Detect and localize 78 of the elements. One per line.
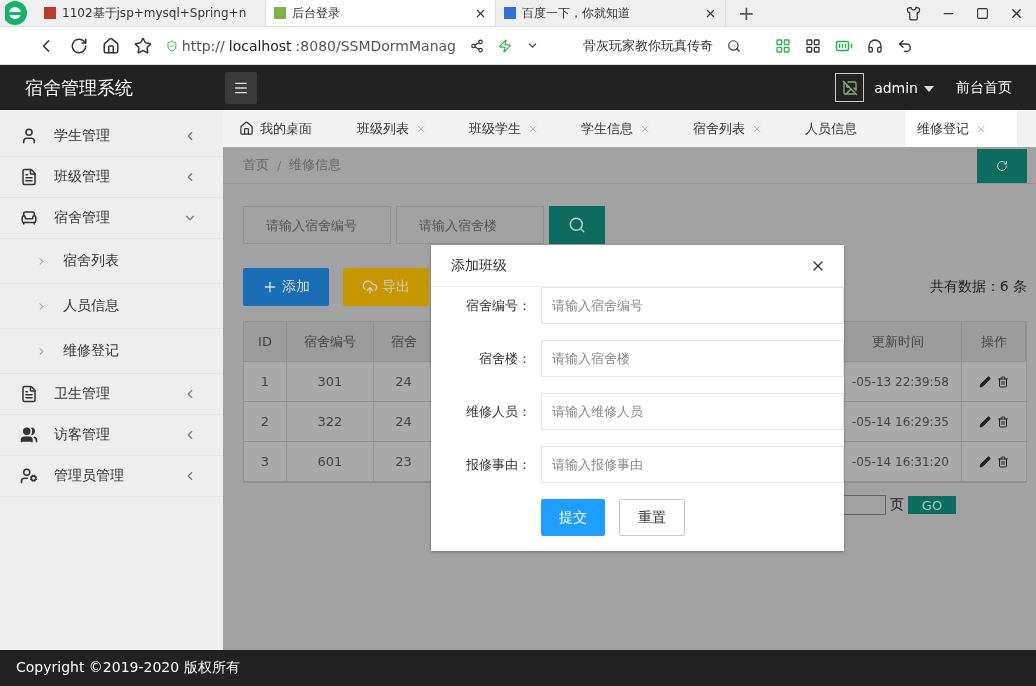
delete-icon[interactable]: [997, 455, 1009, 468]
refresh-icon: [996, 160, 1008, 172]
page-tab[interactable]: 班级列表: [345, 110, 457, 147]
table-cell: 2: [244, 402, 287, 442]
apps-icon[interactable]: [775, 37, 791, 54]
menu-item-icon: [20, 467, 38, 485]
front-page-link[interactable]: 前台首页: [956, 78, 1012, 97]
table-cell: 601: [287, 442, 374, 482]
field-label: 维修人员：: [465, 402, 532, 421]
field-label: 报修事由：: [465, 455, 532, 474]
user-menu[interactable]: admin: [874, 79, 934, 96]
input-field[interactable]: 请输入维修人员: [541, 393, 844, 430]
page-tab[interactable]: 维修登记: [905, 110, 1017, 147]
edit-icon[interactable]: [979, 455, 991, 468]
delete-icon[interactable]: [997, 415, 1009, 428]
page-unit: 页: [890, 496, 904, 514]
search-button[interactable]: [549, 206, 605, 244]
edit-icon[interactable]: [979, 375, 991, 388]
edit-icon[interactable]: [979, 415, 991, 428]
browser-tab[interactable]: 后台登录: [266, 0, 496, 26]
menu-item-icon: [20, 426, 38, 444]
reset-button[interactable]: 重置: [619, 499, 685, 536]
app-title: 宿舍管理系统: [24, 75, 134, 100]
input-field[interactable]: 请输入报修事由: [541, 446, 844, 483]
reload-icon[interactable]: [70, 36, 88, 55]
grid-icon[interactable]: [805, 37, 821, 54]
cloud-upload-icon: [362, 279, 378, 295]
column-header: 宿舍编号: [287, 322, 374, 362]
broken-image-icon: [841, 79, 858, 96]
table-cell: 301: [287, 362, 374, 402]
undo-icon[interactable]: [897, 37, 913, 54]
field-label: 宿舍编号：: [465, 296, 532, 315]
table-cell: 3: [244, 442, 287, 482]
favorite-icon[interactable]: [134, 36, 152, 55]
menu-button[interactable]: [225, 71, 257, 104]
flash-icon[interactable]: [498, 38, 512, 53]
secure-icon: [166, 38, 178, 53]
search-field[interactable]: 请输入宿舍楼: [396, 206, 544, 244]
page-tab[interactable]: 宿舍列表: [681, 110, 793, 147]
menu-item-icon: [20, 168, 38, 186]
delete-icon[interactable]: [997, 375, 1009, 388]
site-icon: [44, 7, 56, 19]
headphones-icon[interactable]: [867, 37, 883, 54]
search-suggestion[interactable]: 骨灰玩家教你玩真传奇: [583, 36, 713, 55]
search-icon: [568, 216, 586, 234]
page-tab[interactable]: 班级学生: [457, 110, 569, 147]
search-field[interactable]: 请输入宿舍编号: [243, 206, 391, 244]
copyright-text: Copyright ©2019-2020 版权所有: [16, 659, 240, 677]
page-tab[interactable]: 学生信息: [569, 110, 681, 147]
input-field[interactable]: 请输入宿舍楼: [541, 340, 844, 377]
site-icon: [274, 7, 286, 19]
address-field[interactable]: http:// localhost :8080/SSMDormManag: [166, 37, 456, 54]
field-label: 宿舍楼：: [478, 349, 532, 368]
new-tab-button[interactable]: +: [726, 0, 767, 26]
column-header: ID: [244, 322, 287, 362]
search-icon[interactable]: [727, 38, 741, 53]
breadcrumb-separator: /: [277, 157, 282, 173]
home-icon[interactable]: [102, 36, 120, 55]
column-header: 宿舍: [374, 322, 434, 362]
total-count: 共有数据：6 条: [929, 278, 1027, 296]
plus-icon: [262, 279, 278, 295]
menu-item-icon: [20, 127, 38, 145]
home-icon: [239, 121, 254, 136]
dialog-title: 添加班级: [451, 256, 508, 275]
share-icon[interactable]: [470, 38, 484, 53]
table-cell: 322: [287, 402, 374, 442]
skin-icon[interactable]: [906, 5, 921, 21]
table-cell: 1: [244, 362, 287, 402]
maximize-icon[interactable]: [976, 6, 989, 20]
site-icon: [504, 7, 516, 19]
menu-item-icon: [20, 385, 38, 403]
input-field[interactable]: 请输入宿舍编号: [541, 287, 844, 324]
go-button[interactable]: GO: [908, 496, 956, 514]
add-button[interactable]: 添加: [243, 268, 329, 306]
column-header: 操作: [962, 322, 1026, 362]
menu-item-icon: [20, 209, 38, 227]
page-tab[interactable]: 人员信息: [793, 110, 905, 147]
page-tab[interactable]: 我的桌面: [233, 110, 345, 147]
